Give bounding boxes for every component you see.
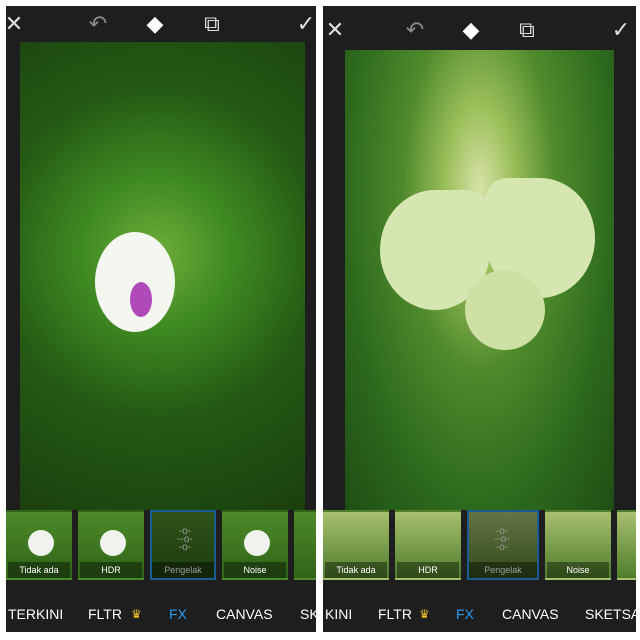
- tab-fltr[interactable]: FLTR: [378, 606, 412, 622]
- tab-fx[interactable]: FX: [456, 606, 474, 622]
- tab-fx[interactable]: FX: [169, 606, 187, 622]
- category-tabs: TERKINI FLTR ♛ FX CANVAS SK: [6, 602, 316, 626]
- effect-label: Noise: [547, 562, 609, 578]
- effect-thumb[interactable]: Tidak ada: [6, 510, 72, 580]
- settings-sliders-icon[interactable]: -o- --o- -o-: [490, 527, 514, 554]
- effect-label: HDR: [80, 562, 142, 578]
- effect-thumb[interactable]: Tidak ada: [323, 510, 389, 580]
- eraser-icon[interactable]: ◆: [457, 16, 485, 44]
- bract-leaf: [465, 270, 545, 350]
- effect-thumb[interactable]: [617, 510, 636, 580]
- effect-label: HDR: [397, 562, 459, 578]
- effect-thumb-selected[interactable]: -o- --o- -o- Pengelak: [467, 510, 539, 580]
- close-icon[interactable]: ✕: [323, 16, 349, 44]
- photo-canvas[interactable]: [345, 50, 614, 510]
- settings-sliders-icon[interactable]: -o- --o- -o-: [173, 527, 197, 554]
- effect-thumb[interactable]: HDR: [78, 510, 144, 580]
- editor-screen-right: ✕ ↶ ◆ ⧉ ✓ Tidak ada HDR -o- --o- -o- Pengel…: [323, 6, 636, 632]
- tab-terkini[interactable]: TERKINI: [8, 606, 63, 622]
- crown-icon: ♛: [419, 607, 430, 621]
- category-tabs: KINI FLTR ♛ FX CANVAS SKETSA: [323, 602, 636, 626]
- tab-sketsa[interactable]: SK: [300, 606, 316, 622]
- effect-label: Tidak ada: [8, 562, 70, 578]
- effect-label: Tidak ada: [325, 562, 387, 578]
- tab-fltr[interactable]: FLTR: [88, 606, 122, 622]
- effect-thumb[interactable]: Noise: [222, 510, 288, 580]
- tab-sketsa[interactable]: SKETSA: [585, 606, 636, 622]
- undo-icon[interactable]: ↶: [84, 10, 112, 38]
- blend-icon[interactable]: ⧉: [513, 16, 541, 44]
- effect-label: Noise: [224, 562, 286, 578]
- top-toolbar: ✕ ↶ ◆ ⧉ ✓: [6, 6, 316, 44]
- check-icon[interactable]: ✓: [607, 16, 635, 44]
- effects-strip[interactable]: Tidak ada HDR -o- --o- -o- Pengelak Noise: [6, 510, 316, 582]
- effect-thumb[interactable]: [294, 510, 316, 580]
- close-icon[interactable]: ✕: [6, 10, 28, 38]
- effects-strip[interactable]: Tidak ada HDR -o- --o- -o- Pengelak Noise: [323, 510, 636, 582]
- tab-canvas[interactable]: CANVAS: [502, 606, 559, 622]
- crown-icon: ♛: [131, 607, 142, 621]
- tab-terkini[interactable]: KINI: [325, 606, 352, 622]
- effect-thumb-selected[interactable]: -o- --o- -o- Pengelak: [150, 510, 216, 580]
- top-toolbar: ✕ ↶ ◆ ⧉ ✓: [323, 6, 636, 44]
- tab-canvas[interactable]: CANVAS: [216, 606, 273, 622]
- check-icon[interactable]: ✓: [292, 10, 316, 38]
- effect-thumb[interactable]: HDR: [395, 510, 461, 580]
- blend-icon[interactable]: ⧉: [198, 10, 226, 38]
- effect-label: Pengelak: [152, 562, 214, 578]
- flower: [95, 232, 175, 332]
- eraser-icon[interactable]: ◆: [141, 10, 169, 38]
- effect-label: Pengelak: [469, 562, 537, 578]
- undo-icon[interactable]: ↶: [401, 16, 429, 44]
- photo-canvas[interactable]: [20, 42, 305, 510]
- editor-screen-left: ✕ ↶ ◆ ⧉ ✓ Tidak ada HDR -o- --o- -o- Pengel…: [6, 6, 316, 632]
- effect-thumb[interactable]: Noise: [545, 510, 611, 580]
